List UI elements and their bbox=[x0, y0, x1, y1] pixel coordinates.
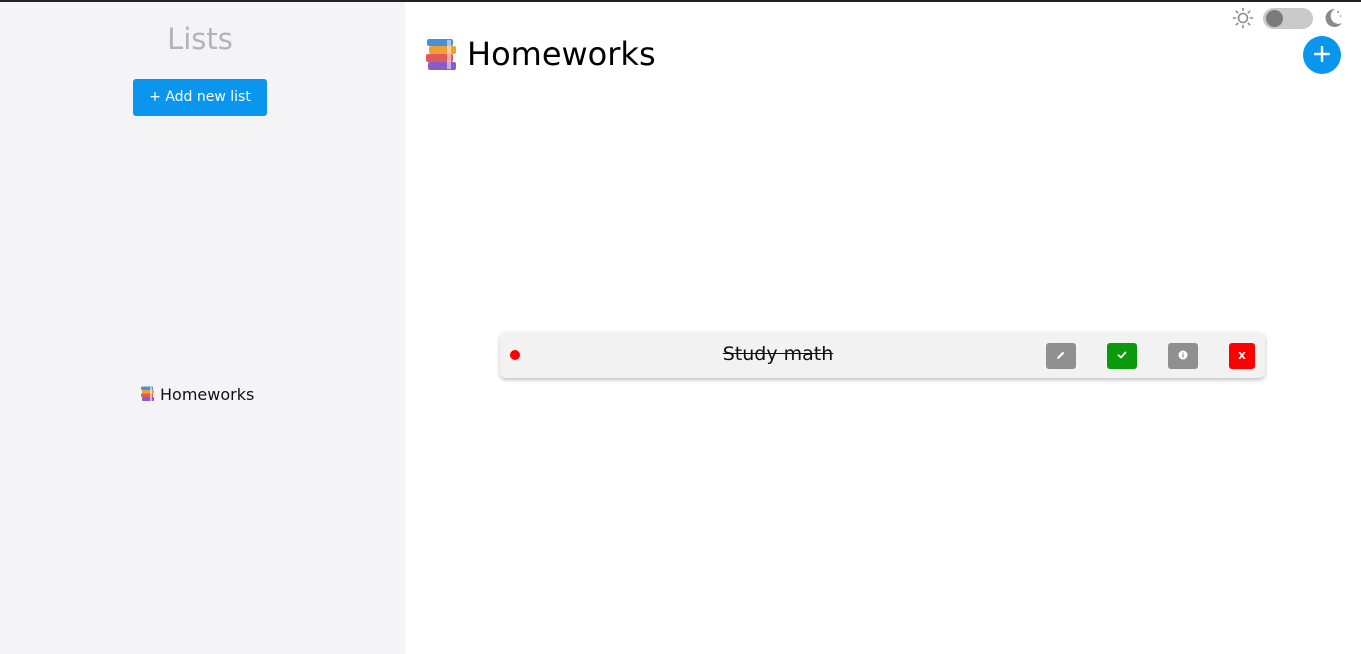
books-icon bbox=[425, 38, 458, 71]
moon-icon bbox=[1323, 7, 1343, 29]
sidebar-item-label: Homeworks bbox=[160, 384, 255, 404]
add-new-list-button[interactable]: + Add new list bbox=[133, 79, 267, 116]
books-icon bbox=[140, 386, 155, 402]
add-task-button[interactable] bbox=[1303, 36, 1341, 74]
sun-icon bbox=[1232, 7, 1254, 29]
delete-task-button[interactable]: X bbox=[1229, 343, 1255, 369]
complete-task-button[interactable] bbox=[1107, 343, 1137, 369]
toggle-knob bbox=[1266, 9, 1283, 27]
theme-toggle-switch[interactable] bbox=[1263, 7, 1313, 29]
page-title: Homeworks bbox=[467, 35, 656, 73]
main-header: Homeworks bbox=[425, 35, 656, 73]
task-item: Study math X bbox=[500, 332, 1265, 378]
theme-toggle-area bbox=[1232, 7, 1343, 29]
task-text: Study math bbox=[722, 343, 834, 365]
sidebar: Lists + Add new list Homeworks bbox=[0, 2, 405, 654]
edit-task-button[interactable] bbox=[1046, 343, 1076, 369]
plus-icon bbox=[1313, 45, 1331, 65]
check-icon bbox=[1117, 349, 1127, 364]
pencil-icon bbox=[1056, 349, 1066, 364]
info-icon bbox=[1178, 349, 1188, 364]
task-info-button[interactable] bbox=[1168, 343, 1198, 369]
sidebar-title: Lists bbox=[167, 22, 233, 56]
app-window: Lists + Add new list Homeworks Homeworks… bbox=[0, 0, 1361, 654]
sidebar-item-homeworks[interactable]: Homeworks bbox=[140, 382, 254, 406]
